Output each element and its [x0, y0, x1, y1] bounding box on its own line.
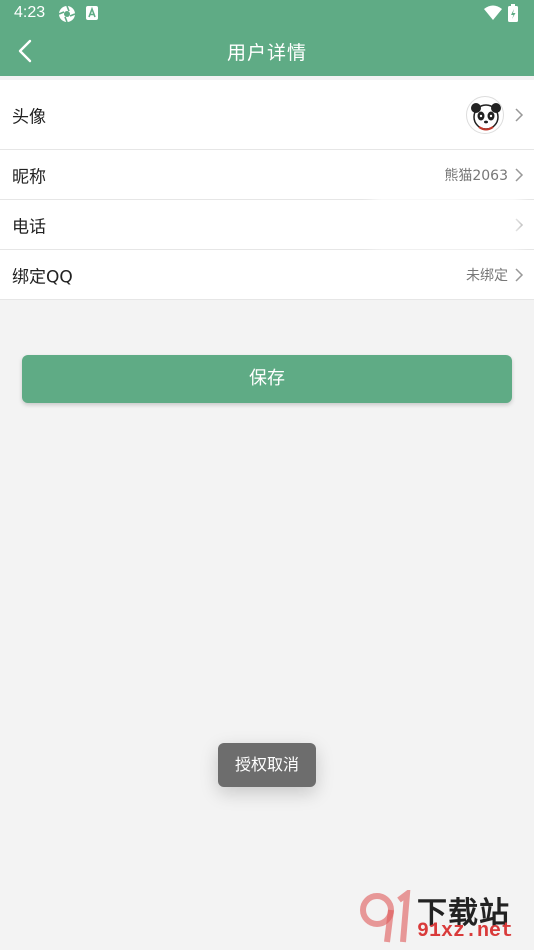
- camera-aperture-icon: [58, 5, 76, 23]
- chevron-right-icon: [515, 107, 524, 122]
- app-header: 4:23 用户详情: [0, 0, 534, 76]
- save-button[interactable]: 保存: [22, 355, 512, 403]
- redacted-phone-blur: [372, 193, 522, 249]
- nickname-value: 熊猫2063: [444, 167, 508, 184]
- avatar-label: 头像: [12, 107, 46, 127]
- status-bar: 4:23: [0, 0, 534, 28]
- toast-message: 授权取消: [218, 743, 316, 787]
- page-title: 用户详情: [226, 42, 307, 64]
- status-time: 4:23: [14, 4, 46, 21]
- phone-label: 电话: [12, 217, 46, 237]
- avatar-row[interactable]: 头像: [0, 80, 534, 150]
- bind-qq-value: 未绑定: [466, 267, 508, 284]
- avatar[interactable]: [466, 95, 504, 134]
- nickname-label: 昵称: [12, 167, 46, 187]
- chevron-right-icon: [515, 267, 524, 282]
- battery-icon: [508, 4, 518, 22]
- chevron-right-icon: [515, 167, 524, 182]
- bind-qq-row[interactable]: 绑定QQ 未绑定: [0, 250, 534, 300]
- panda-icon: [471, 102, 501, 130]
- watermark-logo: 下载站 91xz.net: [357, 887, 532, 948]
- font-a-icon: [86, 6, 98, 20]
- wifi-icon: [484, 5, 502, 20]
- watermark-url: 91xz.net: [417, 920, 514, 943]
- bind-qq-label: 绑定QQ: [12, 267, 73, 287]
- user-details-list: 头像 昵称 熊猫2063 电话 绑定QQ 未绑定: [0, 80, 534, 300]
- watermark-91-icon: [360, 887, 411, 943]
